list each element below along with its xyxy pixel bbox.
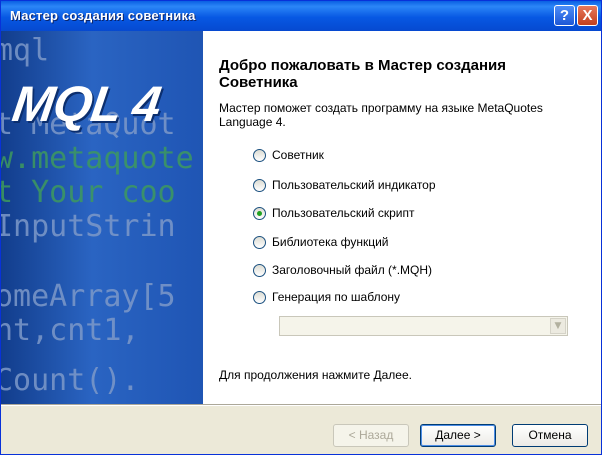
option-label: Пользовательский скрипт [272, 206, 415, 220]
page-title: Добро пожаловать в Мастер создания Совет… [219, 57, 506, 91]
option-label: Заголовочный файл (*.MQH) [272, 263, 433, 277]
close-button[interactable]: X [577, 5, 598, 26]
radio-selected-dot [257, 211, 262, 216]
wizard-content: mql t MetaQuot w.metaquote t Your coo In… [1, 31, 601, 404]
cancel-button[interactable]: Отмена [512, 424, 588, 447]
code-line: InputStrin [1, 209, 176, 244]
side-banner: mql t MetaQuot w.metaquote t Your coo In… [1, 31, 203, 404]
radio-button-selected[interactable] [253, 207, 266, 220]
template-select[interactable]: ▼ [279, 316, 568, 336]
back-button[interactable]: < Назад [333, 424, 409, 447]
footer-separator [1, 404, 601, 406]
page-description: Мастер поможет создать программу на язык… [219, 101, 543, 129]
title-bar[interactable]: Мастер создания советника ? X [1, 1, 601, 31]
option-label: Пользовательский индикатор [272, 178, 436, 192]
radio-button[interactable] [253, 179, 266, 192]
wizard-window: Мастер создания советника ? X mql t Meta… [0, 0, 602, 455]
window-title: Мастер создания советника [10, 8, 196, 23]
help-button[interactable]: ? [554, 5, 575, 26]
code-line: w.metaquote [1, 141, 194, 176]
radio-button[interactable] [253, 264, 266, 277]
mql4-logo: MQL 4 [9, 76, 164, 132]
code-line: nt,cnt1, [1, 313, 140, 348]
continue-hint: Для продолжения нажмите Далее. [219, 368, 412, 382]
option-label: Библиотека функций [272, 235, 389, 249]
next-button[interactable]: Далее > [420, 424, 496, 447]
radio-button[interactable] [253, 149, 266, 162]
chevron-down-icon[interactable]: ▼ [550, 318, 566, 334]
code-line: t Your coo [1, 175, 176, 210]
radio-button[interactable] [253, 291, 266, 304]
code-line: mql [1, 33, 50, 68]
option-label: Советник [272, 148, 324, 162]
code-line: Count(). [1, 363, 140, 398]
option-label: Генерация по шаблону [272, 290, 401, 304]
radio-button[interactable] [253, 236, 266, 249]
code-line: omeArray[5 [1, 279, 176, 314]
